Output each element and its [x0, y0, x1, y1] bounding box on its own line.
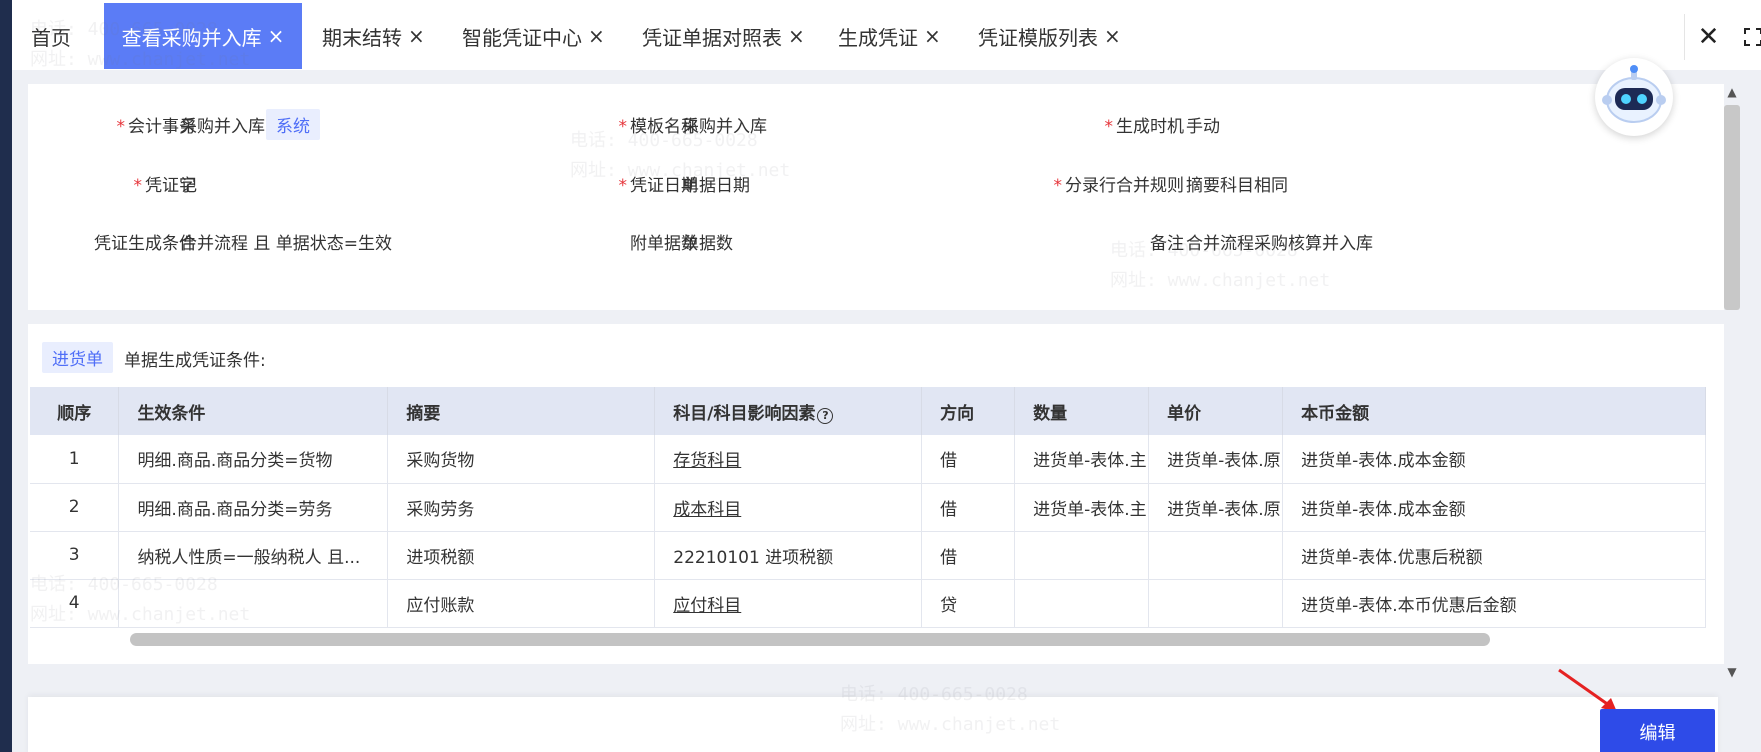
remark-label: 备注	[1150, 234, 1184, 254]
cell-direction: 借	[921, 435, 1016, 484]
cell-subject: 存货科目	[654, 435, 923, 484]
cell-summary: 采购货物	[387, 435, 656, 484]
horizontal-scrollbar[interactable]	[130, 633, 1704, 647]
fullscreen-icon[interactable]	[1736, 14, 1761, 60]
close-icon[interactable]: ×	[268, 24, 285, 48]
close-icon[interactable]: ×	[788, 24, 805, 48]
cell-quantity	[1014, 531, 1150, 580]
scroll-down-icon[interactable]: ▼	[1720, 665, 1744, 679]
document-condition-label: 单据生成凭证条件:	[124, 351, 266, 371]
remark-value: 合并流程采购核算并入库	[1186, 234, 1373, 254]
cell-amount: 进货单-表体.成本金额	[1282, 483, 1706, 532]
tab-label: 查看采购并入库	[121, 25, 262, 50]
merge-rule-label: * 分录行合并规则	[1053, 176, 1185, 196]
column-header-direction: 方向	[921, 387, 1016, 435]
cell-direction: 贷	[921, 579, 1016, 628]
vertical-scroll-thumb[interactable]	[1724, 105, 1740, 310]
cell-quantity: 进货单-表体.主	[1014, 483, 1150, 532]
footer-action-bar	[28, 697, 1718, 752]
generate-condition-value: 合并流程 且 单据状态=生效	[180, 234, 393, 254]
edit-button[interactable]: 编辑	[1600, 709, 1715, 752]
cell-seq: 3	[30, 531, 120, 580]
column-header-summary: 摘要	[387, 387, 656, 435]
subject-link[interactable]: 成本科目	[673, 500, 741, 520]
cell-summary: 采购劳务	[387, 483, 656, 532]
column-header-subject: 科目/科目影响因素?	[654, 387, 923, 435]
column-header-quantity: 数量	[1014, 387, 1150, 435]
tab-label: 凭证单据对照表	[642, 25, 782, 50]
cell-condition: 纳税人性质=一般纳税人 且...	[118, 531, 389, 580]
table-row: 3 纳税人性质=一般纳税人 且... 进项税额 22210101 进项税额 借 …	[30, 531, 1706, 580]
cell-direction: 借	[921, 483, 1016, 532]
generate-timing-value: 手动	[1186, 117, 1220, 137]
table-row: 4 应付账款 应付科目 贷 进货单-表体.本币优惠后金额	[30, 579, 1706, 628]
vertical-scrollbar[interactable]: ▲ ▼	[1720, 85, 1744, 685]
cell-condition	[118, 579, 389, 628]
cell-subject: 应付科目	[654, 579, 923, 628]
cell-price	[1148, 531, 1284, 580]
tab-label: 智能凭证中心	[462, 25, 582, 50]
cell-direction: 借	[921, 531, 1016, 580]
close-icon[interactable]: ×	[588, 24, 605, 48]
document-type-tab[interactable]: 进货单	[42, 342, 113, 373]
cell-seq: 4	[30, 579, 120, 628]
scroll-up-icon[interactable]: ▲	[1720, 85, 1744, 99]
system-tag: 系统	[266, 109, 320, 140]
cell-seq: 2	[30, 483, 120, 532]
cell-condition: 明细.商品.商品分类=货物	[118, 435, 389, 484]
tab-label: 首页	[31, 25, 71, 50]
tab-label: 期末结转	[322, 25, 402, 50]
cell-amount: 进货单-表体.成本金额	[1282, 435, 1706, 484]
close-icon[interactable]: ×	[924, 24, 941, 48]
tab-label: 凭证模版列表	[978, 25, 1098, 50]
voucher-date-value: 单据日期	[682, 176, 750, 196]
cell-seq: 1	[30, 435, 120, 484]
cell-price	[1148, 579, 1284, 628]
cell-quantity: 进货单-表体.主	[1014, 435, 1150, 484]
cell-summary: 应付账款	[387, 579, 656, 628]
subject-link[interactable]: 应付科目	[673, 596, 741, 616]
cell-price: 进货单-表体.原	[1148, 483, 1284, 532]
tab-label: 生成凭证	[838, 25, 918, 50]
cell-quantity	[1014, 579, 1150, 628]
ai-assistant-robot-icon[interactable]	[1595, 58, 1673, 136]
generate-timing-label: * 生成时机	[1104, 117, 1185, 137]
cell-summary: 进项税额	[387, 531, 656, 580]
cell-subject: 22210101 进项税额	[654, 531, 923, 580]
left-nav-strip	[0, 0, 12, 752]
close-icon[interactable]: ×	[408, 24, 425, 48]
attachment-count-value: 单据数	[682, 234, 733, 254]
cell-amount: 进货单-表体.优惠后税额	[1282, 531, 1706, 580]
voucher-template-info-card: * 会计事务 采购并入库 系统 * 模板名称 采购并入库 * 生成时机 手动 * 凭证字…	[28, 84, 1724, 310]
close-icon[interactable]: ×	[1104, 24, 1121, 48]
cell-amount: 进货单-表体.本币优惠后金额	[1282, 579, 1706, 628]
close-page-icon[interactable]: ✕	[1684, 14, 1732, 60]
cell-subject: 成本科目	[654, 483, 923, 532]
cell-condition: 明细.商品.商品分类=劳务	[118, 483, 389, 532]
table-header-row: 顺序 生效条件 摘要 科目/科目影响因素? 方向 数量 单价 本币金额	[30, 387, 1706, 435]
tab-voucher-document-mapping[interactable]: 凭证单据对照表 ×	[642, 3, 822, 69]
table-row: 1 明细.商品.商品分类=货物 采购货物 存货科目 借 进货单-表体.主 进货单…	[30, 435, 1706, 484]
tab-home[interactable]: 首页	[22, 3, 80, 69]
column-header-price: 单价	[1148, 387, 1284, 435]
subject-link[interactable]: 存货科目	[673, 451, 741, 471]
horizontal-scroll-thumb[interactable]	[130, 633, 1490, 646]
tab-voucher-template-list[interactable]: 凭证模版列表 ×	[978, 3, 1138, 69]
voucher-word-value: 记	[180, 176, 197, 196]
column-header-condition: 生效条件	[118, 387, 389, 435]
voucher-entry-table: 顺序 生效条件 摘要 科目/科目影响因素? 方向 数量 单价 本币金额 1 明细…	[30, 387, 1706, 628]
tab-bar: 首页 查看采购并入库 × 期末结转 × 智能凭证中心 × 凭证单据对照表 × 生…	[12, 0, 1761, 70]
template-name-value: 采购并入库	[682, 117, 767, 137]
tab-generate-voucher[interactable]: 生成凭证 ×	[838, 3, 968, 69]
merge-rule-value: 摘要科目相同	[1186, 176, 1288, 196]
column-header-seq: 顺序	[30, 387, 120, 435]
tab-period-end-carryover[interactable]: 期末结转 ×	[322, 3, 452, 69]
accounting-event-value: 采购并入库	[180, 117, 265, 137]
column-header-amount: 本币金额	[1282, 387, 1706, 435]
cell-price: 进货单-表体.原	[1148, 435, 1284, 484]
tab-smart-voucher-center[interactable]: 智能凭证中心 ×	[462, 3, 632, 69]
question-circle-icon[interactable]: ?	[817, 407, 834, 424]
tab-view-purchase-stock-in[interactable]: 查看采购并入库 ×	[104, 3, 302, 69]
table-row: 2 明细.商品.商品分类=劳务 采购劳务 成本科目 借 进货单-表体.主 进货单…	[30, 483, 1706, 532]
